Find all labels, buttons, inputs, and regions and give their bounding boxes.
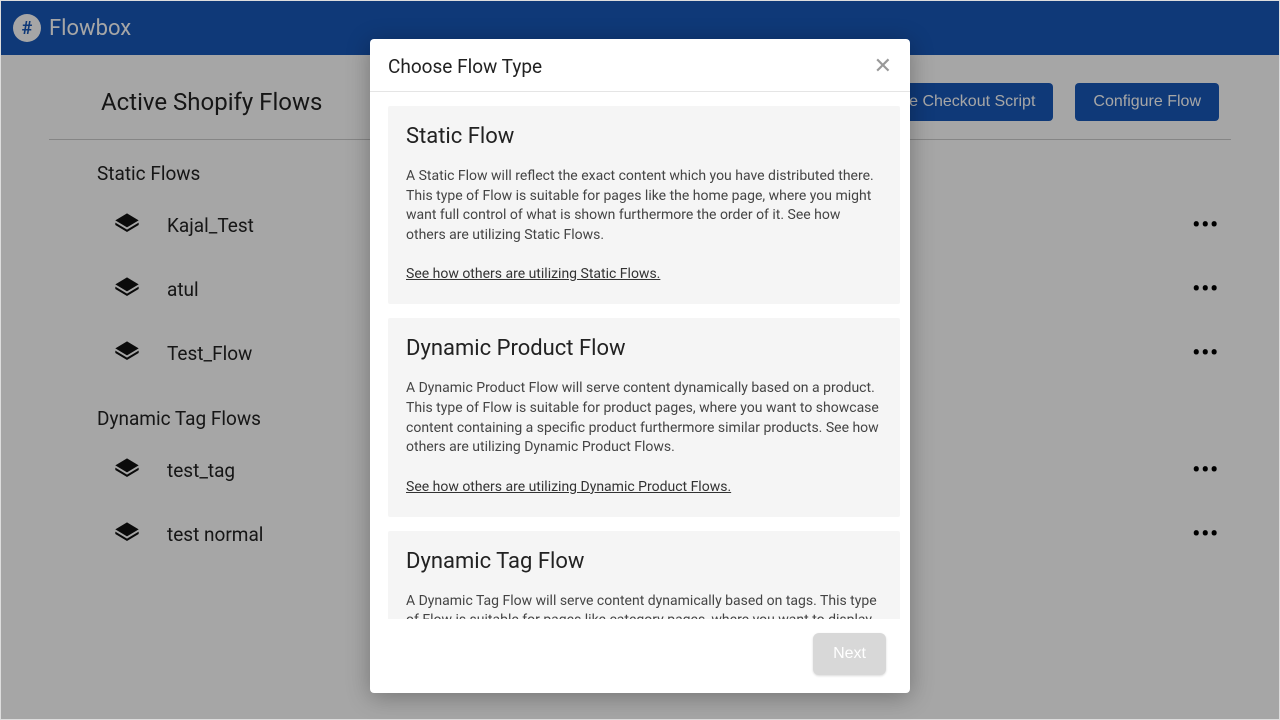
flow-type-card-dynamic-tag[interactable]: Dynamic Tag Flow A Dynamic Tag Flow will… bbox=[388, 531, 900, 619]
card-title: Dynamic Product Flow bbox=[406, 336, 882, 361]
choose-flow-type-modal: Choose Flow Type ✕ Static Flow A Static … bbox=[370, 39, 910, 693]
modal-footer: Next bbox=[370, 619, 910, 693]
modal-title: Choose Flow Type bbox=[388, 55, 542, 78]
close-icon[interactable]: ✕ bbox=[874, 53, 892, 79]
flow-type-card-dynamic-product[interactable]: Dynamic Product Flow A Dynamic Product F… bbox=[388, 318, 900, 516]
modal-overlay[interactable]: Choose Flow Type ✕ Static Flow A Static … bbox=[1, 1, 1279, 719]
modal-header: Choose Flow Type ✕ bbox=[370, 39, 910, 92]
card-text: A Static Flow will reflect the exact con… bbox=[406, 167, 882, 245]
flow-type-card-static[interactable]: Static Flow A Static Flow will reflect t… bbox=[388, 106, 900, 304]
card-text: A Dynamic Tag Flow will serve content dy… bbox=[406, 592, 882, 619]
next-button[interactable]: Next bbox=[813, 633, 886, 675]
card-text: A Dynamic Product Flow will serve conten… bbox=[406, 379, 882, 457]
card-title: Dynamic Tag Flow bbox=[406, 549, 882, 574]
modal-body[interactable]: Static Flow A Static Flow will reflect t… bbox=[370, 92, 910, 619]
card-title: Static Flow bbox=[406, 124, 882, 149]
card-link[interactable]: See how others are utilizing Dynamic Pro… bbox=[406, 479, 731, 495]
card-link[interactable]: See how others are utilizing Static Flow… bbox=[406, 266, 660, 282]
